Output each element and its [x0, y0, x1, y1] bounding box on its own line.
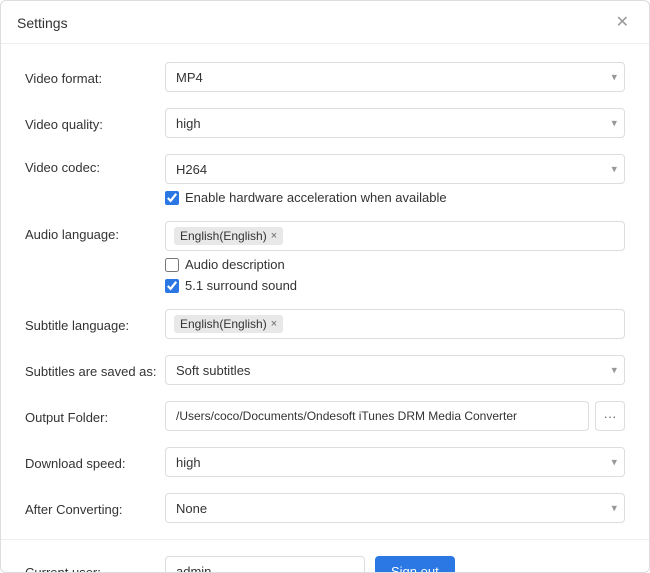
- divider: [1, 539, 649, 540]
- sign-out-button[interactable]: Sign out: [375, 556, 455, 572]
- settings-window: Settings ✕ Video format: MP4 MKV MOV AVI…: [0, 0, 650, 573]
- audio-language-field: English(English) × Audio description 5.1…: [165, 221, 625, 293]
- video-quality-row: Video quality: high medium low ▾: [1, 100, 649, 146]
- output-folder-field: ···: [165, 401, 625, 431]
- after-converting-label: After Converting:: [25, 500, 165, 517]
- video-codec-field: H264 H265 VP9 ▾ Enable hardware accelera…: [165, 154, 625, 205]
- audio-language-label: Audio language:: [25, 221, 165, 242]
- download-speed-row: Download speed: high medium low ▾: [1, 439, 649, 485]
- subtitles-saved-as-field: Soft subtitles Hard subtitles None ▾: [165, 355, 625, 385]
- download-speed-select[interactable]: high medium low: [165, 447, 625, 477]
- output-folder-browse-button[interactable]: ···: [595, 401, 625, 431]
- subtitle-language-tag-close[interactable]: ×: [271, 318, 277, 330]
- video-format-row: Video format: MP4 MKV MOV AVI ▾: [1, 54, 649, 100]
- video-codec-label: Video codec:: [25, 154, 165, 175]
- after-converting-field: None Open folder Shut down ▾: [165, 493, 625, 523]
- video-format-label: Video format:: [25, 69, 165, 86]
- surround-sound-checkbox[interactable]: [165, 279, 179, 293]
- current-user-row: Current user: Sign out: [1, 548, 649, 572]
- audio-language-tag: English(English) ×: [174, 227, 283, 245]
- video-quality-field: high medium low ▾: [165, 108, 625, 138]
- video-quality-select[interactable]: high medium low: [165, 108, 625, 138]
- video-quality-select-wrapper: high medium low ▾: [165, 108, 625, 138]
- surround-sound-row: 5.1 surround sound: [165, 278, 625, 293]
- subtitle-language-tag: English(English) ×: [174, 315, 283, 333]
- output-folder-input[interactable]: [165, 401, 589, 431]
- subtitle-language-label: Subtitle language:: [25, 316, 165, 333]
- audio-language-tag-text: English(English): [180, 229, 267, 243]
- subtitles-saved-as-label: Subtitles are saved as:: [25, 362, 165, 379]
- video-codec-row: Video codec: H264 H265 VP9 ▾ Enable hard…: [1, 146, 649, 213]
- subtitle-language-tag-input[interactable]: English(English) ×: [165, 309, 625, 339]
- output-folder-label: Output Folder:: [25, 408, 165, 425]
- output-folder-input-row: ···: [165, 401, 625, 431]
- audio-language-row: Audio language: English(English) × Audio…: [1, 213, 649, 301]
- subtitles-saved-as-select-wrapper: Soft subtitles Hard subtitles None ▾: [165, 355, 625, 385]
- settings-content: Video format: MP4 MKV MOV AVI ▾ Video qu…: [1, 44, 649, 572]
- audio-description-label: Audio description: [185, 257, 285, 272]
- subtitles-saved-as-row: Subtitles are saved as: Soft subtitles H…: [1, 347, 649, 393]
- hw-acceleration-label: Enable hardware acceleration when availa…: [185, 190, 447, 205]
- sign-out-row: Sign out: [165, 556, 625, 572]
- after-converting-select[interactable]: None Open folder Shut down: [165, 493, 625, 523]
- video-quality-label: Video quality:: [25, 115, 165, 132]
- video-format-select[interactable]: MP4 MKV MOV AVI: [165, 62, 625, 92]
- close-button[interactable]: ✕: [612, 13, 633, 33]
- after-converting-select-wrapper: None Open folder Shut down ▾: [165, 493, 625, 523]
- video-codec-select[interactable]: H264 H265 VP9: [165, 154, 625, 184]
- current-user-label: Current user:: [25, 563, 165, 573]
- download-speed-field: high medium low ▾: [165, 447, 625, 477]
- subtitle-language-row: Subtitle language: English(English) ×: [1, 301, 649, 347]
- subtitles-saved-as-select[interactable]: Soft subtitles Hard subtitles None: [165, 355, 625, 385]
- audio-description-checkbox[interactable]: [165, 258, 179, 272]
- hw-acceleration-checkbox[interactable]: [165, 191, 179, 205]
- after-converting-row: After Converting: None Open folder Shut …: [1, 485, 649, 531]
- subtitle-language-field: English(English) ×: [165, 309, 625, 339]
- current-user-field: Sign out: [165, 556, 625, 572]
- output-folder-row: Output Folder: ···: [1, 393, 649, 439]
- download-speed-label: Download speed:: [25, 454, 165, 471]
- video-codec-select-wrapper: H264 H265 VP9 ▾: [165, 154, 625, 184]
- window-title: Settings: [17, 15, 68, 31]
- subtitle-language-tag-text: English(English): [180, 317, 267, 331]
- hw-acceleration-row: Enable hardware acceleration when availa…: [165, 190, 625, 205]
- audio-language-tag-close[interactable]: ×: [271, 230, 277, 242]
- titlebar: Settings ✕: [1, 1, 649, 44]
- video-format-field: MP4 MKV MOV AVI ▾: [165, 62, 625, 92]
- audio-description-row: Audio description: [165, 257, 625, 272]
- current-user-input[interactable]: [165, 556, 365, 572]
- audio-language-tag-input[interactable]: English(English) ×: [165, 221, 625, 251]
- surround-sound-label: 5.1 surround sound: [185, 278, 297, 293]
- download-speed-select-wrapper: high medium low ▾: [165, 447, 625, 477]
- video-format-select-wrapper: MP4 MKV MOV AVI ▾: [165, 62, 625, 92]
